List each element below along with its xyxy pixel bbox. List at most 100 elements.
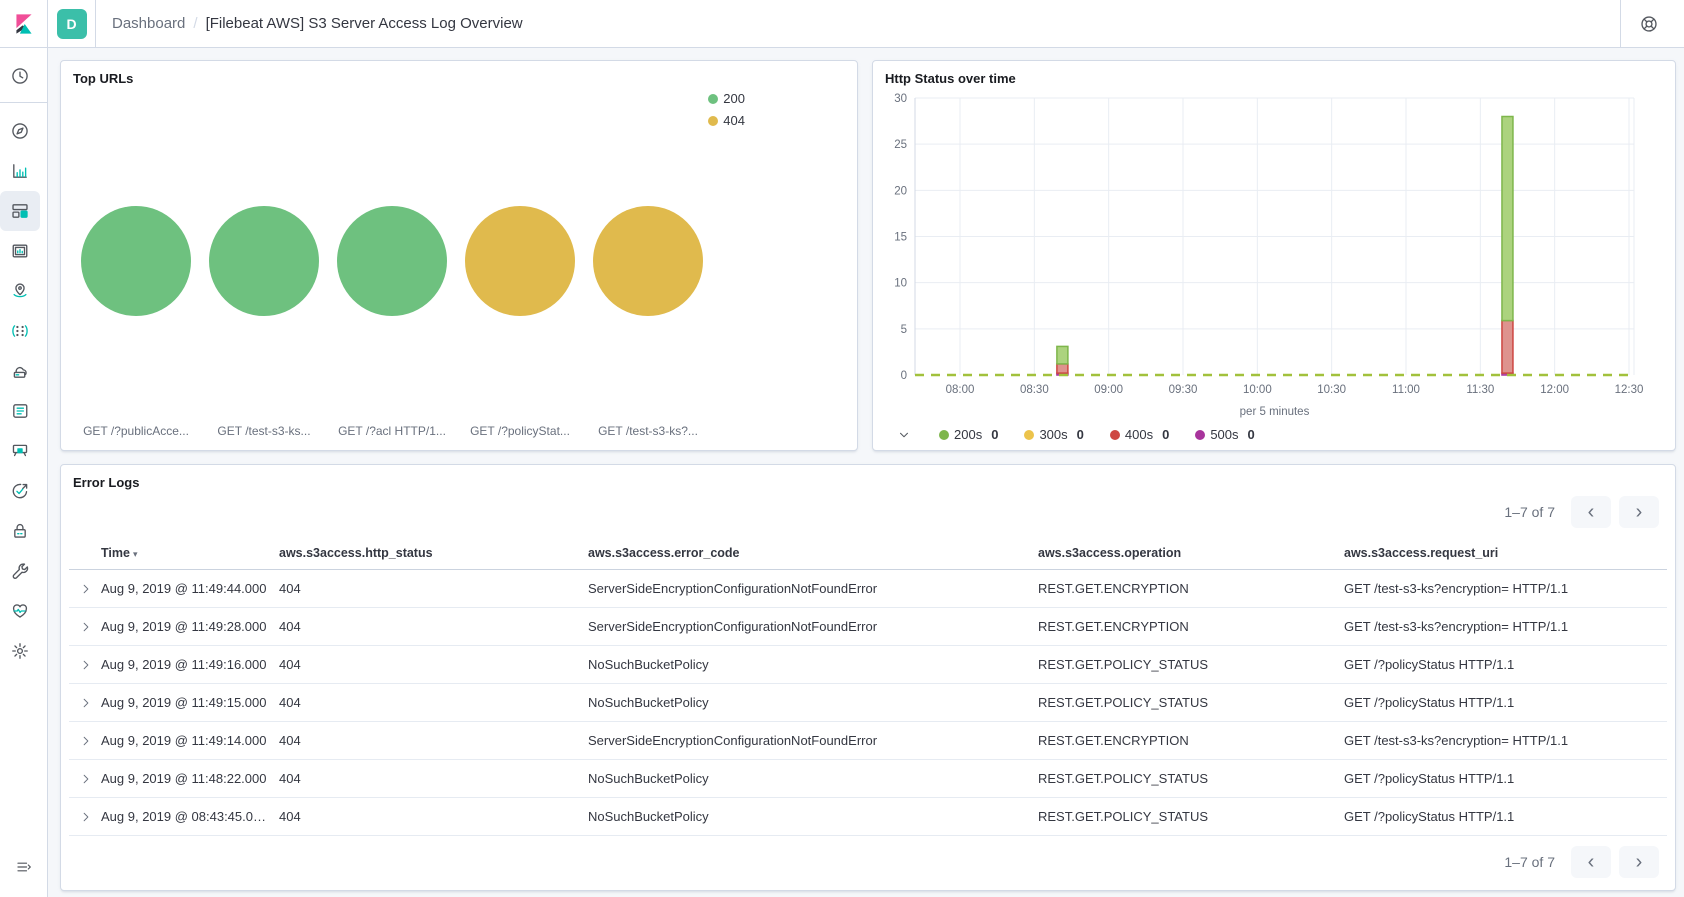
sidebar-item-recently-viewed[interactable] — [0, 56, 40, 96]
svg-text:11:00: 11:00 — [1392, 384, 1420, 396]
sidebar-item-machine-learning[interactable] — [0, 311, 40, 351]
table-row: Aug 9, 2019 @ 11:49:16.000404NoSuchBucke… — [69, 646, 1667, 684]
row-expand-button[interactable] — [77, 618, 95, 636]
sidebar-item-dev-tools[interactable] — [0, 551, 40, 591]
sidebar-item-metrics[interactable] — [0, 351, 40, 391]
sidebar-item-apm[interactable] — [0, 431, 40, 471]
dashboard-main: Top URLs 200404 GET /?publicAcce...GET /… — [48, 48, 1684, 897]
column-header-request_uri[interactable]: aws.s3access.request_uri — [1344, 546, 1667, 560]
dots-grid-icon — [11, 322, 29, 340]
legend-label: 200s — [954, 427, 982, 442]
column-header-status[interactable]: aws.s3access.http_status — [279, 546, 588, 560]
chevron-right-icon — [80, 659, 92, 671]
svg-text:per 5 minutes: per 5 minutes — [1240, 406, 1310, 418]
panel-title: Error Logs — [69, 473, 1667, 492]
legend-dot — [939, 430, 949, 440]
sidebar-item-maps[interactable] — [0, 271, 40, 311]
breadcrumb-dashboard[interactable]: Dashboard — [112, 15, 185, 32]
legend-dot — [1110, 430, 1120, 440]
legend-item-300s[interactable]: 300s0 — [1024, 427, 1083, 442]
sidebar-item-siem[interactable] — [0, 511, 40, 551]
svg-text:11:30: 11:30 — [1466, 384, 1494, 396]
bubble[interactable] — [465, 206, 575, 316]
svg-text:08:00: 08:00 — [946, 384, 975, 396]
bar-chart-icon — [11, 162, 29, 180]
svg-text:20: 20 — [894, 185, 907, 197]
table-row: Aug 9, 2019 @ 11:49:28.000404ServerSideE… — [69, 608, 1667, 646]
table-cell: Aug 9, 2019 @ 11:48:22.000 — [101, 771, 279, 786]
pagination-prev-button[interactable]: ‹ — [1571, 496, 1611, 528]
table-cell: REST.GET.POLICY_STATUS — [1038, 771, 1344, 786]
sidebar-item-logs[interactable] — [0, 391, 40, 431]
sidebar-item-dashboard[interactable] — [0, 191, 40, 231]
table-row: Aug 9, 2019 @ 08:43:45.000404NoSuchBucke… — [69, 798, 1667, 836]
legend-items: 200s0 300s0 400s0 500s0 — [939, 427, 1255, 442]
chevron-right-icon — [80, 811, 92, 823]
row-expand-button[interactable] — [77, 580, 95, 598]
collapse-menu-button[interactable] — [4, 847, 44, 887]
sidebar-item-uptime[interactable] — [0, 471, 40, 511]
cloud-icon — [11, 362, 29, 380]
legend-item-200s[interactable]: 200s0 — [939, 427, 998, 442]
row-expand-button[interactable] — [77, 656, 95, 674]
pagination-next-button[interactable]: › — [1619, 496, 1659, 528]
app-badge-wrap: D — [48, 0, 96, 48]
pagination-prev-button[interactable]: ‹ — [1571, 846, 1611, 878]
table-cell: REST.GET.ENCRYPTION — [1038, 619, 1344, 634]
table-cell: Aug 9, 2019 @ 11:49:28.000 — [101, 619, 279, 634]
pagination-next-button[interactable]: › — [1619, 846, 1659, 878]
table-cell: REST.GET.ENCRYPTION — [1038, 581, 1344, 596]
picture-frame-icon — [11, 242, 29, 260]
table-cell: GET /?policyStatus HTTP/1.1 — [1344, 771, 1667, 786]
table-cell: NoSuchBucketPolicy — [588, 657, 1038, 672]
table-row: Aug 9, 2019 @ 11:49:44.000404ServerSideE… — [69, 570, 1667, 608]
sidebar — [0, 48, 48, 897]
legend-dot — [708, 94, 718, 104]
bubble[interactable] — [593, 206, 703, 316]
legend-item-200[interactable]: 200 — [708, 91, 745, 106]
lock-icon — [11, 522, 29, 540]
table-cell: GET /test-s3-ks?encryption= HTTP/1.1 — [1344, 619, 1667, 634]
bubble[interactable] — [81, 206, 191, 316]
kibana-logo[interactable] — [0, 0, 48, 48]
sidebar-item-management[interactable] — [0, 631, 40, 671]
top-panels-row: Top URLs 200404 GET /?publicAcce...GET /… — [60, 60, 1676, 451]
table-cell: GET /test-s3-ks?encryption= HTTP/1.1 — [1344, 581, 1667, 596]
row-expand-button[interactable] — [77, 770, 95, 788]
chevron-right-icon — [80, 621, 92, 633]
legend-dot — [708, 116, 718, 126]
row-expand-button[interactable] — [77, 694, 95, 712]
table-cell: NoSuchBucketPolicy — [588, 809, 1038, 824]
sidebar-item-discover[interactable] — [0, 111, 40, 151]
row-expand-button[interactable] — [77, 732, 95, 750]
column-header-operation[interactable]: aws.s3access.operation — [1038, 546, 1344, 560]
panel-top-urls: Top URLs 200404 GET /?publicAcce...GET /… — [60, 60, 858, 451]
sidebar-item-stack-monitoring[interactable] — [0, 591, 40, 631]
sidebar-item-canvas[interactable] — [0, 231, 40, 271]
bubble[interactable] — [209, 206, 319, 316]
table-cell: 404 — [279, 695, 588, 710]
column-header-time[interactable]: Time▾ — [101, 546, 279, 560]
page-title: [Filebeat AWS] S3 Server Access Log Over… — [206, 15, 523, 32]
legend-item-400s[interactable]: 400s0 — [1110, 427, 1169, 442]
legend-collapse-button[interactable] — [895, 428, 913, 442]
clock-check-icon — [11, 482, 29, 500]
help-button[interactable] — [1620, 0, 1676, 48]
table-row: Aug 9, 2019 @ 11:49:14.000404ServerSideE… — [69, 722, 1667, 760]
wrench-icon — [11, 562, 29, 580]
legend-dot — [1024, 430, 1034, 440]
svg-text:15: 15 — [894, 232, 907, 244]
row-expand-button[interactable] — [77, 808, 95, 826]
column-header-error_code[interactable]: aws.s3access.error_code — [588, 546, 1038, 560]
svg-text:10: 10 — [894, 278, 907, 290]
http-status-legend: 200s0 300s0 400s0 500s0 — [881, 427, 1667, 442]
sidebar-item-visualize[interactable] — [0, 151, 40, 191]
svg-text:12:00: 12:00 — [1540, 384, 1569, 396]
legend-item-500s[interactable]: 500s0 — [1195, 427, 1254, 442]
bubble-chart — [69, 206, 849, 316]
dashboard-app-badge[interactable]: D — [57, 9, 87, 39]
bubble[interactable] — [337, 206, 447, 316]
legend-item-404[interactable]: 404 — [708, 113, 745, 128]
panel-http-status: Http Status over time 05101520253008:000… — [872, 60, 1676, 451]
breadcrumb-separator: / — [193, 15, 197, 32]
